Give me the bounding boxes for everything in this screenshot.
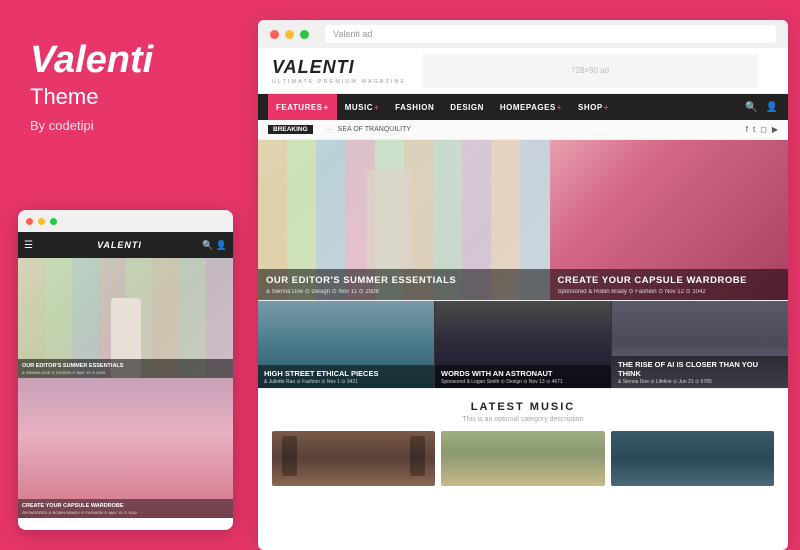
- main-dot-green: [300, 30, 309, 39]
- nav-item-design[interactable]: Design: [442, 94, 492, 120]
- second-card-1[interactable]: HIGH STREET ETHICAL PIECES & Juliette Ra…: [258, 301, 435, 388]
- mini-card-bottom-meta: Sponsored & Robin Brady ⊙ Fashion ⊙ May …: [22, 510, 229, 515]
- nav-fashion-label: Fashion: [395, 103, 434, 112]
- mini-card-top-meta: & Sienna Doe ⊙ Design ⊙ May 19 ⊙ 2928: [22, 370, 229, 375]
- nav-shop-label: SHOP: [578, 103, 603, 112]
- second-caption-2: WORDS WITH AN ASTRONAUT Sponsored & Loga…: [435, 365, 611, 388]
- mini-dot-red: [26, 218, 33, 225]
- door-element: [282, 436, 297, 476]
- mini-logo: VALENTI: [41, 240, 198, 250]
- mini-dot-green: [50, 218, 57, 225]
- user-icon[interactable]: 👤: [766, 102, 778, 113]
- latest-card-3-bg: [611, 431, 774, 486]
- nav-music-plus: +: [374, 103, 379, 112]
- second-caption-1: HIGH STREET ETHICAL PIECES & Juliette Ra…: [258, 365, 434, 388]
- second-card-2[interactable]: WORDS WITH AN ASTRONAUT Sponsored & Loga…: [435, 301, 612, 388]
- nav-item-music[interactable]: Music +: [337, 94, 387, 120]
- twitter-icon[interactable]: t: [753, 125, 755, 134]
- main-url-bar: Valenti ad: [325, 25, 776, 43]
- mini-browser: ☰ VALENTI 🔍 👤 OUR EDITOR'S SUMMER E: [18, 210, 233, 530]
- site-logo-sub: ULTIMATE PREMIUM MAGAZINE: [272, 79, 406, 85]
- nav-homepages-label: HOMEPAGES: [500, 103, 556, 112]
- nav-features-plus: +: [324, 103, 329, 112]
- url-text: Valenti ad: [333, 29, 372, 39]
- hero-left-card[interactable]: OUR EDITOR'S SUMMER ESSENTIALS & Sienna …: [258, 140, 550, 300]
- nav-item-shop[interactable]: SHOP +: [570, 94, 617, 120]
- social-icons: f t ◻ ▶: [746, 125, 778, 134]
- nav-shop-plus: +: [604, 103, 609, 112]
- second-meta-2: Sponsored & Logan Smith ⊙ Design ⊙ Nov 1…: [441, 379, 605, 385]
- mini-nav: ☰ VALENTI 🔍 👤: [18, 232, 233, 258]
- second-title-1: HIGH STREET ETHICAL PIECES: [264, 369, 428, 378]
- mini-hamburger-icon: ☰: [24, 240, 33, 251]
- nav-design-label: Design: [450, 103, 484, 112]
- hero-right-title: CREATE YOUR CAPSULE WARDROBE: [558, 275, 781, 286]
- facebook-icon[interactable]: f: [746, 125, 748, 134]
- breaking-label: BREAKING: [268, 125, 313, 134]
- site-ad-banner: 728×90 ad: [422, 54, 758, 88]
- second-meta-3: & Sienna Doe ⊙ Lifeline ⊙ Jun 21 ⊙ 5785: [618, 379, 782, 385]
- youtube-icon[interactable]: ▶: [772, 125, 778, 134]
- brand-title: Valenti: [30, 40, 218, 82]
- left-panel: Valenti Theme By codetipi ☰ VALENTI 🔍 👤: [0, 0, 248, 550]
- hero-right-card[interactable]: CREATE YOUR CAPSULE WARDROBE Sponsored &…: [550, 140, 789, 300]
- nav-item-features[interactable]: FEATURES +: [268, 94, 337, 120]
- latest-card-3[interactable]: [611, 431, 774, 486]
- hero-figure: [367, 170, 412, 270]
- nav-features-label: FEATURES: [276, 103, 323, 112]
- mini-card-top-caption: OUR EDITOR'S SUMMER ESSENTIALS & Sienna …: [18, 359, 233, 378]
- breaking-text: SEA OF TRANQUILITY: [338, 126, 411, 133]
- search-icon[interactable]: 🔍: [745, 102, 757, 113]
- latest-card-1[interactable]: [272, 431, 435, 486]
- main-browser-bar: Valenti ad: [258, 20, 788, 48]
- site-header: VALENTI ULTIMATE PREMIUM MAGAZINE 728×90…: [258, 48, 788, 94]
- hero-right-caption: CREATE YOUR CAPSULE WARDROBE Sponsored &…: [550, 269, 789, 300]
- latest-card-1-bg: [272, 431, 435, 486]
- latest-music-section: LATEST MUSIC This is an optional categor…: [258, 388, 788, 494]
- hero-right-meta: Sponsored & Robin Brady ⊙ Fashion ⊙ Nov …: [558, 288, 781, 295]
- mini-card-top-title: OUR EDITOR'S SUMMER ESSENTIALS: [22, 363, 229, 369]
- breaking-bar: BREAKING — SEA OF TRANQUILITY f t ◻ ▶: [258, 120, 788, 140]
- mini-card-top: OUR EDITOR'S SUMMER ESSENTIALS & Sienna …: [18, 258, 233, 378]
- mini-dot-yellow: [38, 218, 45, 225]
- ad-text: 728×90 ad: [571, 66, 609, 75]
- nav-item-fashion[interactable]: Fashion: [387, 94, 442, 120]
- mini-card-bottom-title: CREATE YOUR CAPSULE WARDROBE: [22, 503, 229, 509]
- nav-music-label: Music: [345, 103, 373, 112]
- second-title-3: THE RISE OF AI IS CLOSER THAN YOU THINK: [618, 360, 782, 378]
- nav-right-icons: 🔍 👤: [745, 102, 778, 113]
- mini-nav-icons: 🔍 👤: [202, 240, 227, 251]
- main-dot-yellow: [285, 30, 294, 39]
- instagram-icon[interactable]: ◻: [760, 125, 767, 134]
- mini-browser-bar: [18, 210, 233, 232]
- door-element-2: [410, 436, 425, 476]
- main-dot-red: [270, 30, 279, 39]
- hero-left-title: OUR EDITOR'S SUMMER ESSENTIALS: [266, 275, 542, 286]
- site-logo-area: VALENTI ULTIMATE PREMIUM MAGAZINE: [272, 57, 406, 85]
- main-browser: Valenti ad VALENTI ULTIMATE PREMIUM MAGA…: [258, 20, 788, 550]
- nav-homepages-plus: +: [557, 103, 562, 112]
- second-title-2: WORDS WITH AN ASTRONAUT: [441, 369, 605, 378]
- latest-grid: [272, 431, 774, 486]
- nav-item-homepages[interactable]: HOMEPAGES +: [492, 94, 570, 120]
- latest-description: This is an optional category description: [272, 416, 774, 423]
- hero-left-meta: & Sienna Doe ⊙ Design ⊙ Nov 11 ⊙ 2928: [266, 288, 542, 295]
- brand-by: By codetipi: [30, 118, 218, 133]
- hero-grid: OUR EDITOR'S SUMMER ESSENTIALS & Sienna …: [258, 140, 788, 300]
- second-caption-3: THE RISE OF AI IS CLOSER THAN YOU THINK …: [612, 356, 788, 388]
- mini-card-bottom-caption: CREATE YOUR CAPSULE WARDROBE Sponsored &…: [18, 499, 233, 518]
- second-meta-1: & Juliette Rao ⊙ Fashion ⊙ Nov 1 ⊙ 3421: [264, 379, 428, 385]
- breaking-sep: —: [326, 126, 333, 133]
- latest-card-2[interactable]: [441, 431, 604, 486]
- second-grid: HIGH STREET ETHICAL PIECES & Juliette Ra…: [258, 300, 788, 388]
- mini-card-bottom: CREATE YOUR CAPSULE WARDROBE Sponsored &…: [18, 378, 233, 518]
- main-nav: FEATURES + Music + Fashion Design HOMEPA…: [258, 94, 788, 120]
- mini-content: OUR EDITOR'S SUMMER ESSENTIALS & Sienna …: [18, 258, 233, 530]
- site-logo: VALENTI: [272, 57, 406, 78]
- latest-card-2-bg: [441, 431, 604, 486]
- brand-subtitle: Theme: [30, 84, 218, 110]
- latest-title: LATEST MUSIC: [272, 401, 774, 413]
- hero-left-caption: OUR EDITOR'S SUMMER ESSENTIALS & Sienna …: [258, 269, 550, 300]
- second-card-3[interactable]: THE RISE OF AI IS CLOSER THAN YOU THINK …: [612, 301, 788, 388]
